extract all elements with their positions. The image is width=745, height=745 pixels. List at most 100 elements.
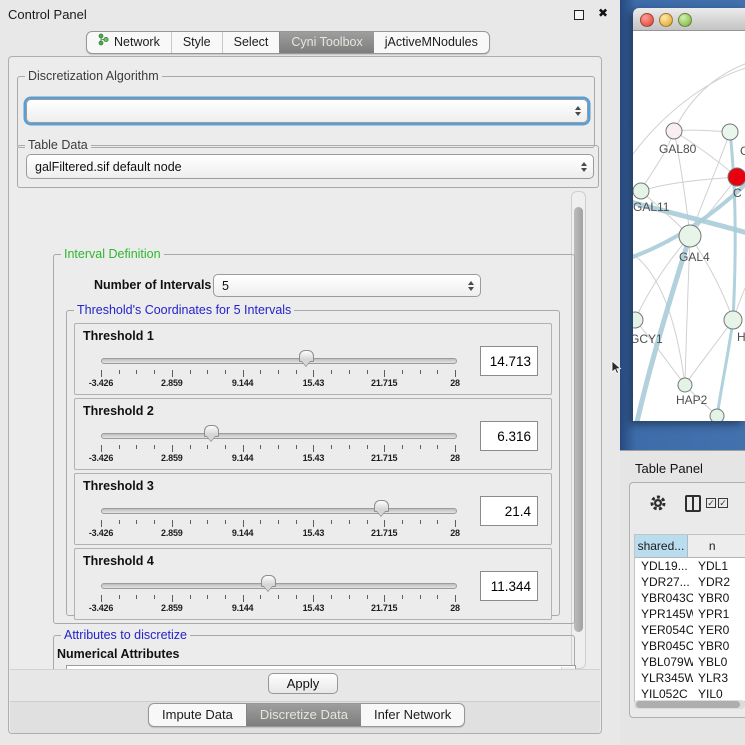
slider-tick [367, 595, 368, 599]
float-window-icon[interactable] [574, 10, 584, 20]
table-row[interactable]: YPR145WYPR1 [635, 606, 745, 622]
slider-tick [437, 520, 438, 524]
table-row[interactable]: YDL19...YDL1 [635, 558, 745, 574]
minimize-traffic-light-icon[interactable] [659, 13, 673, 27]
network-icon [98, 32, 109, 53]
network-node[interactable] [724, 311, 742, 329]
number-of-intervals-select[interactable]: 5 [213, 274, 481, 297]
network-node[interactable] [633, 312, 643, 328]
close-icon[interactable]: ✖ [598, 6, 608, 20]
algorithm-select[interactable] [26, 99, 588, 123]
tab-style[interactable]: Style [171, 32, 222, 53]
column-header-shared-name[interactable]: shared... [635, 535, 688, 558]
threshold-slider-track[interactable] [101, 433, 457, 439]
table-horizontal-scrollbar[interactable] [634, 700, 745, 709]
slider-tick [154, 520, 155, 524]
tab-select[interactable]: Select [222, 32, 280, 53]
tab-discretize-data[interactable]: Discretize Data [246, 704, 361, 726]
apply-button[interactable]: Apply [268, 673, 338, 694]
threshold-slider-track[interactable] [101, 508, 457, 514]
threshold-slider-thumb[interactable] [204, 425, 219, 437]
tab-jactivemnodules[interactable]: jActiveMNodules [374, 32, 489, 53]
table-row[interactable]: YBR045CYBR0 [635, 638, 745, 654]
network-node[interactable] [666, 123, 682, 139]
tab-cyni-toolbox[interactable]: Cyni Toolbox [279, 32, 373, 53]
thresholds-group: Threshold's Coordinates for 5 Intervals … [66, 310, 560, 616]
slider-tick [207, 595, 208, 599]
slider-tick [313, 520, 314, 527]
threshold-slider-track[interactable] [101, 583, 457, 589]
network-node[interactable] [678, 378, 692, 392]
table-row[interactable]: YBL079WYBL0 [635, 654, 745, 670]
slider-tick [420, 595, 421, 599]
checkbox-icon[interactable]: ✓ [706, 498, 716, 508]
numerical-attributes-label: Numerical Attributes [57, 647, 179, 661]
threshold-value-field[interactable]: 6.316 [480, 421, 538, 451]
tab-network[interactable]: Network [87, 32, 171, 53]
slider-tick [172, 445, 173, 452]
mouse-cursor [611, 361, 623, 375]
cell-name: YDR2 [693, 574, 745, 590]
slider-tick-label: 15.43 [303, 603, 325, 613]
threshold-label: Threshold 2 [83, 404, 154, 418]
zoom-traffic-light-icon[interactable] [678, 13, 692, 27]
threshold-label: Threshold 3 [83, 479, 154, 493]
threshold-label: Threshold 1 [83, 329, 154, 343]
threshold-slider-thumb[interactable] [299, 350, 314, 362]
tab-label: Impute Data [162, 704, 233, 726]
cell-name: YDL1 [693, 558, 745, 574]
slider-tick [437, 445, 438, 449]
slider-tick [331, 520, 332, 524]
slider-tick [207, 370, 208, 374]
slider-tick [402, 595, 403, 599]
column-split-icon[interactable] [685, 495, 701, 512]
column-header-name[interactable]: n [688, 535, 745, 558]
network-node-label: C [733, 186, 742, 200]
tab-impute-data[interactable]: Impute Data [149, 704, 246, 726]
table-row[interactable]: YBR043CYBR0 [635, 590, 745, 606]
table-panel: Table Panel ✓ ✓ shared... n YDL19...YDL1… [620, 450, 745, 745]
slider-tick [384, 595, 385, 602]
slider-tick [402, 520, 403, 524]
table-row[interactable]: YDR27...YDR2 [635, 574, 745, 590]
gear-icon[interactable] [649, 494, 667, 512]
network-edge-highlighted [717, 320, 733, 417]
network-node-label: GAL80 [659, 142, 697, 156]
combo-arrows-icon [581, 162, 587, 172]
threshold-value-field[interactable]: 21.4 [480, 496, 538, 526]
settings-panel: Discretization Algorithm Table Data galF… [8, 56, 602, 734]
threshold-panel-4: Threshold 4-3.4262.8599.14415.4321.71528… [74, 548, 552, 620]
table-row[interactable]: YER054CYER0 [635, 622, 745, 638]
network-node[interactable] [679, 225, 701, 247]
threshold-value-field[interactable]: 14.713 [480, 346, 538, 376]
threshold-slider-thumb[interactable] [261, 575, 276, 587]
slider-tick-label: 15.43 [303, 453, 325, 463]
cell-shared-name: YDL19... [635, 558, 693, 574]
table-horizontal-scrollbar-thumb[interactable] [636, 701, 740, 708]
slider-tick-label: 15.43 [303, 378, 325, 388]
threshold-slider-thumb[interactable] [374, 500, 389, 512]
checkbox-icon[interactable]: ✓ [718, 498, 728, 508]
slider-tick [296, 445, 297, 449]
table-row[interactable]: YLR345WYLR3 [635, 670, 745, 686]
network-node[interactable] [710, 409, 724, 421]
slider-tick [349, 445, 350, 449]
network-node[interactable] [722, 124, 738, 140]
close-traffic-light-icon[interactable] [640, 13, 654, 27]
threshold-value-field[interactable]: 11.344 [480, 571, 538, 601]
tab-infer-network[interactable]: Infer Network [361, 704, 464, 726]
table-data-title: Table Data [25, 138, 91, 152]
cell-shared-name: YPR145W [635, 606, 693, 622]
table-data-select[interactable]: galFiltered.sif default node [26, 154, 594, 179]
slider-tick [136, 370, 137, 374]
cell-shared-name: YBL079W [635, 654, 693, 670]
network-view[interactable]: GAL80GACGAL11GAL4GCY1HHAP2 [633, 31, 745, 421]
slider-tick [190, 595, 191, 599]
slider-tick [119, 595, 120, 599]
threshold-slider-track[interactable] [101, 358, 457, 364]
network-node[interactable] [728, 168, 745, 186]
network-node-label: GAL4 [679, 250, 710, 264]
slider-tick-label: 2.859 [161, 603, 183, 613]
network-node[interactable] [633, 183, 649, 199]
network-window-titlebar [633, 8, 745, 31]
